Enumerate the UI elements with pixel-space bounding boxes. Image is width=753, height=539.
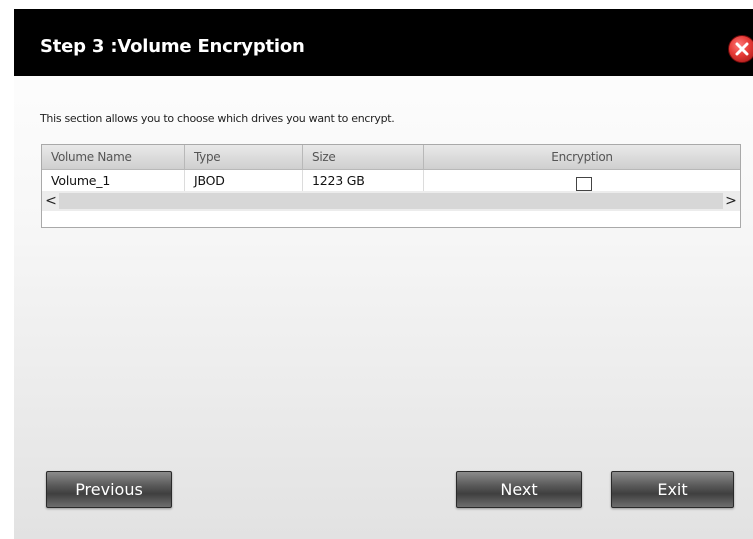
cell-encryption [424,170,740,191]
column-header-encryption[interactable]: Encryption [424,145,740,170]
volume-table: Volume Name Type Size Encryption Volume_… [41,144,741,228]
scroll-left-arrow[interactable]: < [44,193,58,209]
close-x-icon [735,42,749,56]
encryption-checkbox[interactable] [576,177,592,191]
cell-size: 1223 GB [303,170,424,191]
volume-encryption-dialog: Step 3 :Volume Encryption This section a… [14,9,753,539]
table-row[interactable]: Volume_1 JBOD 1223 GB [42,170,740,191]
table-header: Volume Name Type Size Encryption [42,145,740,170]
cell-volume-name: Volume_1 [42,170,185,191]
dialog-titlebar: Step 3 :Volume Encryption [14,9,753,76]
column-header-type[interactable]: Type [185,145,303,170]
horizontal-scrollbar[interactable]: < > [42,191,740,211]
exit-button[interactable]: Exit [611,471,734,508]
section-description: This section allows you to choose which … [40,112,395,125]
close-button[interactable] [728,35,753,63]
dialog-title: Step 3 :Volume Encryption [40,36,305,57]
previous-button[interactable]: Previous [46,471,172,508]
scrollbar-thumb[interactable] [59,193,723,209]
column-header-size[interactable]: Size [303,145,424,170]
column-header-volume-name[interactable]: Volume Name [42,145,185,170]
cell-type: JBOD [185,170,303,191]
scroll-right-arrow[interactable]: > [724,193,738,209]
next-button[interactable]: Next [456,471,582,508]
